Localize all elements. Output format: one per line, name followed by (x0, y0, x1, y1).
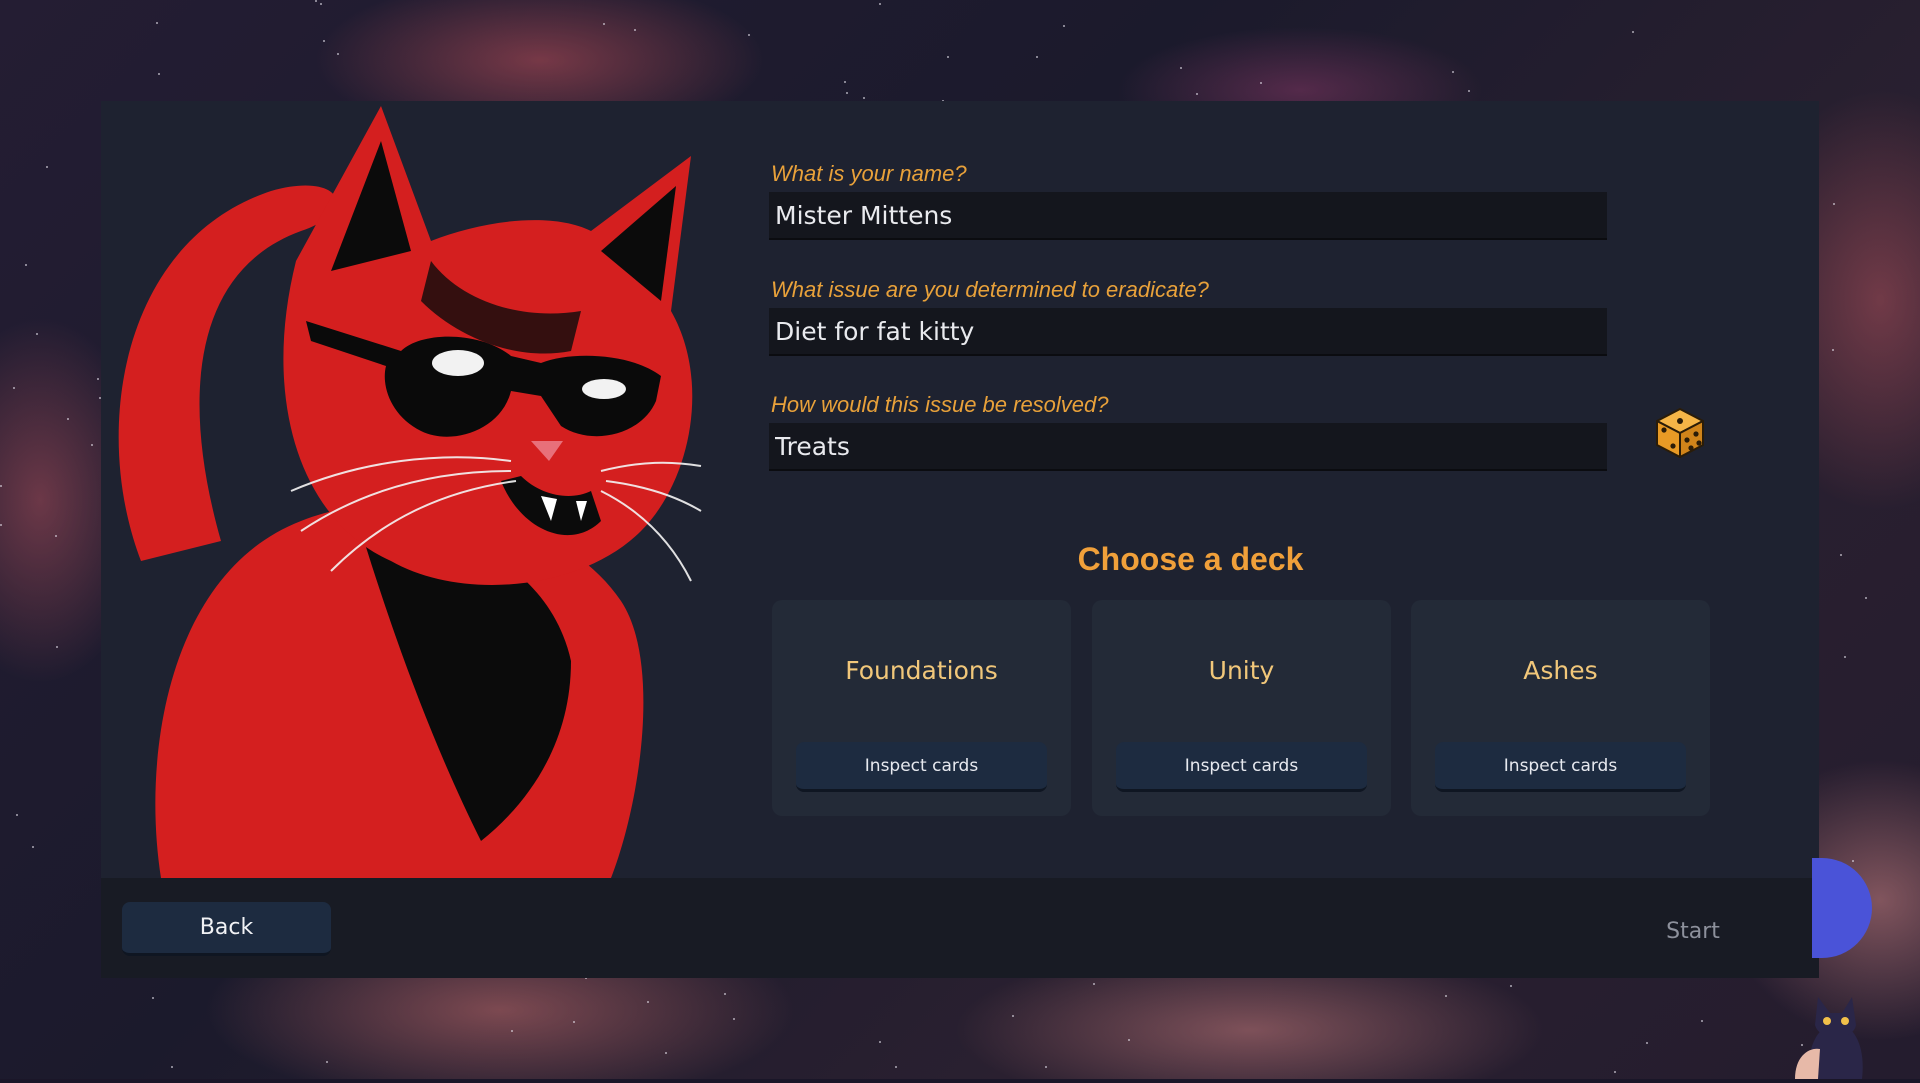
star-dot (16, 814, 18, 816)
deck-card-unity[interactable]: Unity Inspect cards (1092, 600, 1391, 816)
star-dot (895, 1066, 897, 1068)
star-dot (171, 1066, 173, 1068)
star-dot (573, 1021, 575, 1023)
star-dot (603, 23, 605, 25)
star-dot (1180, 67, 1182, 69)
star-dot (733, 1018, 735, 1020)
star-dot (1646, 1042, 1648, 1044)
star-dot (152, 997, 154, 999)
star-dot (56, 646, 58, 648)
choose-deck-heading: Choose a deck (1077, 541, 1304, 577)
star-dot (337, 53, 339, 55)
deck-card-foundations[interactable]: Foundations Inspect cards (772, 600, 1071, 816)
star-dot (1865, 597, 1867, 599)
star-dot (1833, 203, 1835, 205)
star-dot (846, 92, 848, 94)
star-dot (1852, 860, 1854, 862)
issue-label: What issue are you determined to eradica… (771, 277, 1209, 302)
resolve-label: How would this issue be resolved? (771, 392, 1109, 417)
star-dot (36, 333, 38, 335)
star-dot (55, 535, 57, 537)
star-dot (1844, 656, 1846, 658)
star-dot (1063, 25, 1065, 27)
star-dot (1832, 349, 1834, 351)
inspect-cards-button[interactable]: Inspect cards (796, 742, 1047, 792)
deck-title: Unity (1208, 656, 1275, 685)
deck-title: Ashes (1523, 656, 1598, 685)
deck-title: Foundations (845, 656, 998, 685)
star-dot (724, 993, 726, 995)
star-dot (158, 73, 160, 75)
star-dot (13, 387, 15, 389)
star-dot (0, 524, 2, 526)
star-dot (1614, 1071, 1616, 1073)
star-dot (32, 846, 34, 848)
star-dot (879, 3, 881, 5)
star-dot (0, 485, 2, 487)
star-dot (315, 0, 317, 2)
star-dot (863, 97, 865, 99)
star-dot (320, 3, 322, 5)
star-dot (1701, 1020, 1703, 1022)
star-dot (511, 1030, 513, 1032)
star-dot (25, 264, 27, 266)
deck-card-ashes[interactable]: Ashes Inspect cards (1411, 600, 1710, 816)
star-dot (879, 1041, 881, 1043)
name-input[interactable] (769, 192, 1607, 240)
star-dot (844, 81, 846, 83)
dice-icon[interactable] (1653, 406, 1707, 460)
star-dot (748, 34, 750, 36)
new-game-panel: What is your name? What issue are you de… (101, 101, 1819, 978)
star-dot (947, 56, 949, 58)
star-dot (323, 40, 325, 42)
star-dot (634, 29, 636, 31)
star-dot (91, 444, 93, 446)
star-dot (97, 378, 99, 380)
cat-mascot-icon (1790, 985, 1880, 1079)
star-dot (1045, 1066, 1047, 1068)
star-dot (1128, 1039, 1130, 1041)
star-dot (67, 418, 69, 420)
star-dot (1012, 1015, 1014, 1017)
star-dot (665, 1052, 667, 1054)
star-dot (1840, 554, 1842, 556)
start-button[interactable]: Start (1638, 906, 1748, 956)
star-dot (1036, 56, 1038, 58)
inspect-cards-button[interactable]: Inspect cards (1116, 742, 1367, 792)
resolve-input[interactable] (769, 423, 1607, 471)
cat-portrait (101, 101, 721, 878)
star-dot (46, 166, 48, 168)
star-dot (1196, 93, 1198, 95)
name-label: What is your name? (771, 161, 967, 186)
star-dot (1510, 985, 1512, 987)
issue-input[interactable] (769, 308, 1607, 356)
footer-bar: Back Start (101, 878, 1819, 978)
star-dot (1093, 983, 1095, 985)
inspect-cards-button[interactable]: Inspect cards (1435, 742, 1686, 792)
star-dot (326, 1061, 328, 1063)
back-button[interactable]: Back (122, 902, 331, 956)
star-dot (1468, 90, 1470, 92)
star-dot (1632, 31, 1634, 33)
star-dot (156, 22, 158, 24)
star-dot (647, 1001, 649, 1003)
star-dot (1445, 995, 1447, 997)
star-dot (1260, 82, 1262, 84)
star-dot (1452, 71, 1454, 73)
